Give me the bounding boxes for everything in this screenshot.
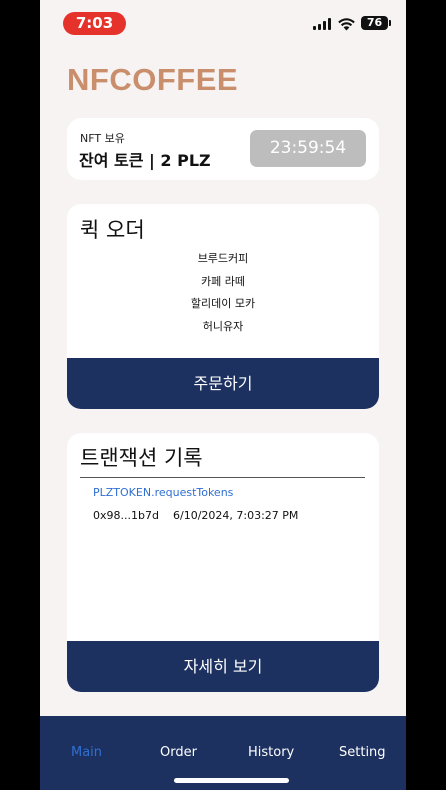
- quick-order-title: 퀵 오더: [80, 218, 145, 242]
- transaction-title: 트랜잭션 기록: [80, 446, 203, 470]
- status-time: 7:03: [63, 12, 126, 35]
- wifi-icon: [338, 18, 355, 31]
- token-card: NFT 보유 잔여 토큰 | 2 PLZ 23:59:54: [67, 118, 379, 180]
- nav-history[interactable]: History: [248, 745, 294, 760]
- view-details-button[interactable]: 자세히 보기: [67, 641, 379, 692]
- transaction-card: 트랜잭션 기록 PLZTOKEN.requestTokens 0x98...1b…: [67, 433, 379, 692]
- cellular-signal-icon: [313, 17, 331, 30]
- quick-order-menu: 브루드커피 카페 라떼 할리데이 모카 허니유자: [67, 248, 379, 338]
- nav-main[interactable]: Main: [71, 745, 102, 760]
- menu-item[interactable]: 브루드커피: [67, 248, 379, 271]
- transaction-timestamp: 6/10/2024, 7:03:27 PM: [173, 509, 299, 522]
- app-title: NFCOFFEE: [67, 62, 239, 97]
- transaction-hash: 0x98...1b7d: [93, 509, 159, 522]
- nav-setting[interactable]: Setting: [339, 745, 386, 760]
- nft-label: NFT 보유: [80, 132, 125, 145]
- nav-order[interactable]: Order: [160, 745, 197, 760]
- status-bar: 7:03 76: [40, 0, 406, 48]
- quick-order-card: 퀵 오더 브루드커피 카페 라떼 할리데이 모카 허니유자 주문하기: [67, 204, 379, 409]
- menu-item[interactable]: 카페 라떼: [67, 271, 379, 294]
- home-indicator[interactable]: [174, 778, 289, 783]
- transaction-row: 0x98...1b7d 6/10/2024, 7:03:27 PM: [93, 509, 298, 522]
- token-balance: 잔여 토큰 | 2 PLZ: [79, 151, 211, 170]
- transaction-method-link[interactable]: PLZTOKEN.requestTokens: [93, 486, 233, 499]
- divider: [80, 477, 365, 478]
- menu-item[interactable]: 할리데이 모카: [67, 293, 379, 316]
- battery-icon: 76: [361, 16, 391, 30]
- order-button[interactable]: 주문하기: [67, 358, 379, 409]
- phone-screen: 7:03 76 NFCOFFEE NFT 보유 잔여 토큰 | 2 PLZ 23…: [40, 0, 406, 790]
- menu-item[interactable]: 허니유자: [67, 316, 379, 339]
- token-timer: 23:59:54: [250, 130, 366, 167]
- bottom-nav: Main Order History Setting: [40, 716, 406, 790]
